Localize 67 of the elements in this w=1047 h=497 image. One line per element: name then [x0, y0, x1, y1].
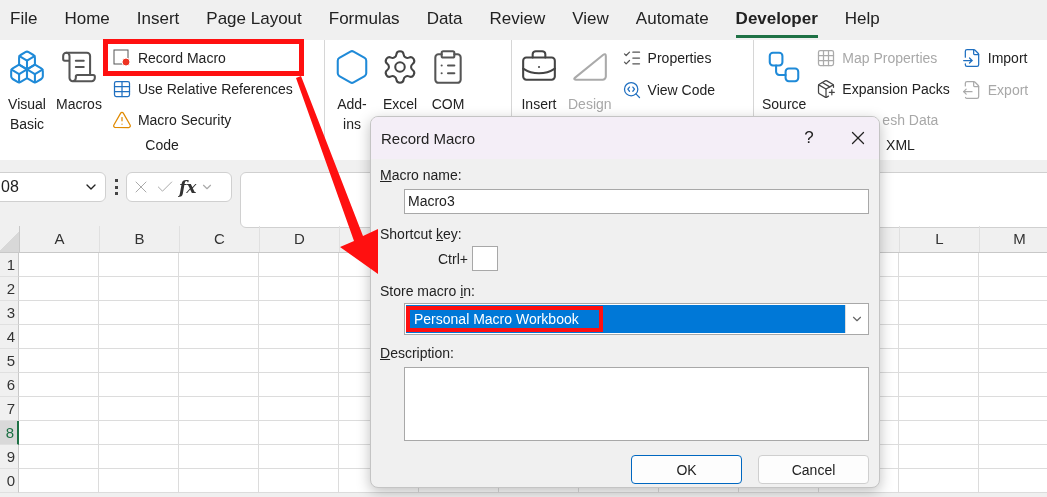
table-icon	[111, 79, 132, 99]
column-header[interactable]: D	[260, 226, 340, 252]
field-label: Store macro in:	[380, 282, 476, 301]
import-icon	[961, 48, 982, 68]
ribbon-button[interactable]: Use Relative References	[107, 75, 299, 103]
dialog-button[interactable]: OK	[631, 455, 742, 484]
function-button[interactable]: fx	[179, 177, 197, 197]
select-all-corner[interactable]	[0, 226, 20, 252]
input-field[interactable]	[471, 246, 498, 271]
menu-tab[interactable]: Page Layout	[206, 2, 302, 38]
ribbon-button[interactable]: Import	[957, 44, 1035, 72]
dialog-title: Record Macro	[381, 129, 477, 147]
menu-tab[interactable]: File	[10, 2, 38, 38]
ribbon-button[interactable]: Record Macro	[107, 44, 299, 72]
row-header[interactable]: 9	[0, 445, 19, 469]
export-icon	[961, 80, 982, 100]
table-icon	[816, 47, 837, 68]
row-header[interactable]: 8	[0, 421, 19, 445]
shortcut-prefix: Ctrl+	[438, 250, 468, 267]
field-label: Description:	[380, 344, 455, 363]
row-header[interactable]: 3	[0, 301, 19, 325]
package-icon	[816, 79, 837, 99]
ribbon-button[interactable]: View Code	[617, 76, 722, 104]
ribbon-button[interactable]: Visual Basic	[4, 44, 50, 136]
row-header[interactable]: 4	[0, 325, 19, 349]
record-icon	[111, 47, 132, 68]
menu-tab[interactable]: Developer	[735, 2, 818, 38]
group-label: XML	[886, 136, 915, 154]
name-box[interactable]: 08	[0, 172, 106, 202]
row-header[interactable]: 7	[0, 397, 19, 421]
warning-icon	[111, 110, 132, 131]
select-field[interactable]: Personal Macro Workbook	[404, 303, 869, 335]
dialog-button[interactable]: Cancel	[758, 455, 869, 484]
input-field[interactable]: Macro3	[404, 189, 869, 214]
ribbon-button[interactable]: Expansion Packs	[812, 75, 956, 103]
cubes-icon	[8, 48, 46, 86]
help-button[interactable]: ?	[797, 128, 821, 148]
menu-tab[interactable]: View	[572, 2, 609, 38]
column-header[interactable]: A	[20, 226, 100, 252]
group-label: Code	[145, 136, 179, 154]
column-header[interactable]: C	[180, 226, 260, 252]
input-field[interactable]	[404, 367, 869, 441]
row-header[interactable]: 1	[0, 253, 19, 277]
row-header[interactable]: 2	[0, 277, 19, 301]
row-header[interactable]: 5	[0, 349, 19, 373]
ribbon-button[interactable]: Insert	[516, 44, 562, 133]
code-search-icon	[621, 80, 642, 100]
column-header[interactable]: M	[980, 226, 1047, 252]
field-label: Macro name:	[380, 166, 463, 185]
menu-tab[interactable]: Insert	[136, 2, 180, 38]
menu-tab[interactable]: Automate	[635, 2, 709, 38]
menu-tab[interactable]: Data	[426, 2, 463, 38]
column-header[interactable]: B	[100, 226, 180, 252]
menu-tab[interactable]: Help	[844, 2, 880, 38]
menu-tab[interactable]: Review	[489, 2, 546, 38]
ribbon-button[interactable]: Add- ins	[329, 44, 375, 136]
field-label: Shortcut key:	[380, 225, 463, 244]
ribbon-button[interactable]: Macros	[52, 44, 106, 136]
ribbon-button[interactable]: Macro Security	[107, 106, 299, 134]
column-header[interactable]: L	[900, 226, 980, 252]
row-header[interactable]: 0	[0, 469, 19, 493]
menu-tab[interactable]: Home	[64, 2, 110, 38]
selected-option[interactable]: Personal Macro Workbook	[406, 306, 603, 332]
row-header[interactable]: 6	[0, 373, 19, 397]
more-icon[interactable]	[114, 179, 118, 195]
menu-tab[interactable]: Formulas	[328, 2, 400, 38]
ribbon-button[interactable]: Properties	[617, 44, 722, 72]
